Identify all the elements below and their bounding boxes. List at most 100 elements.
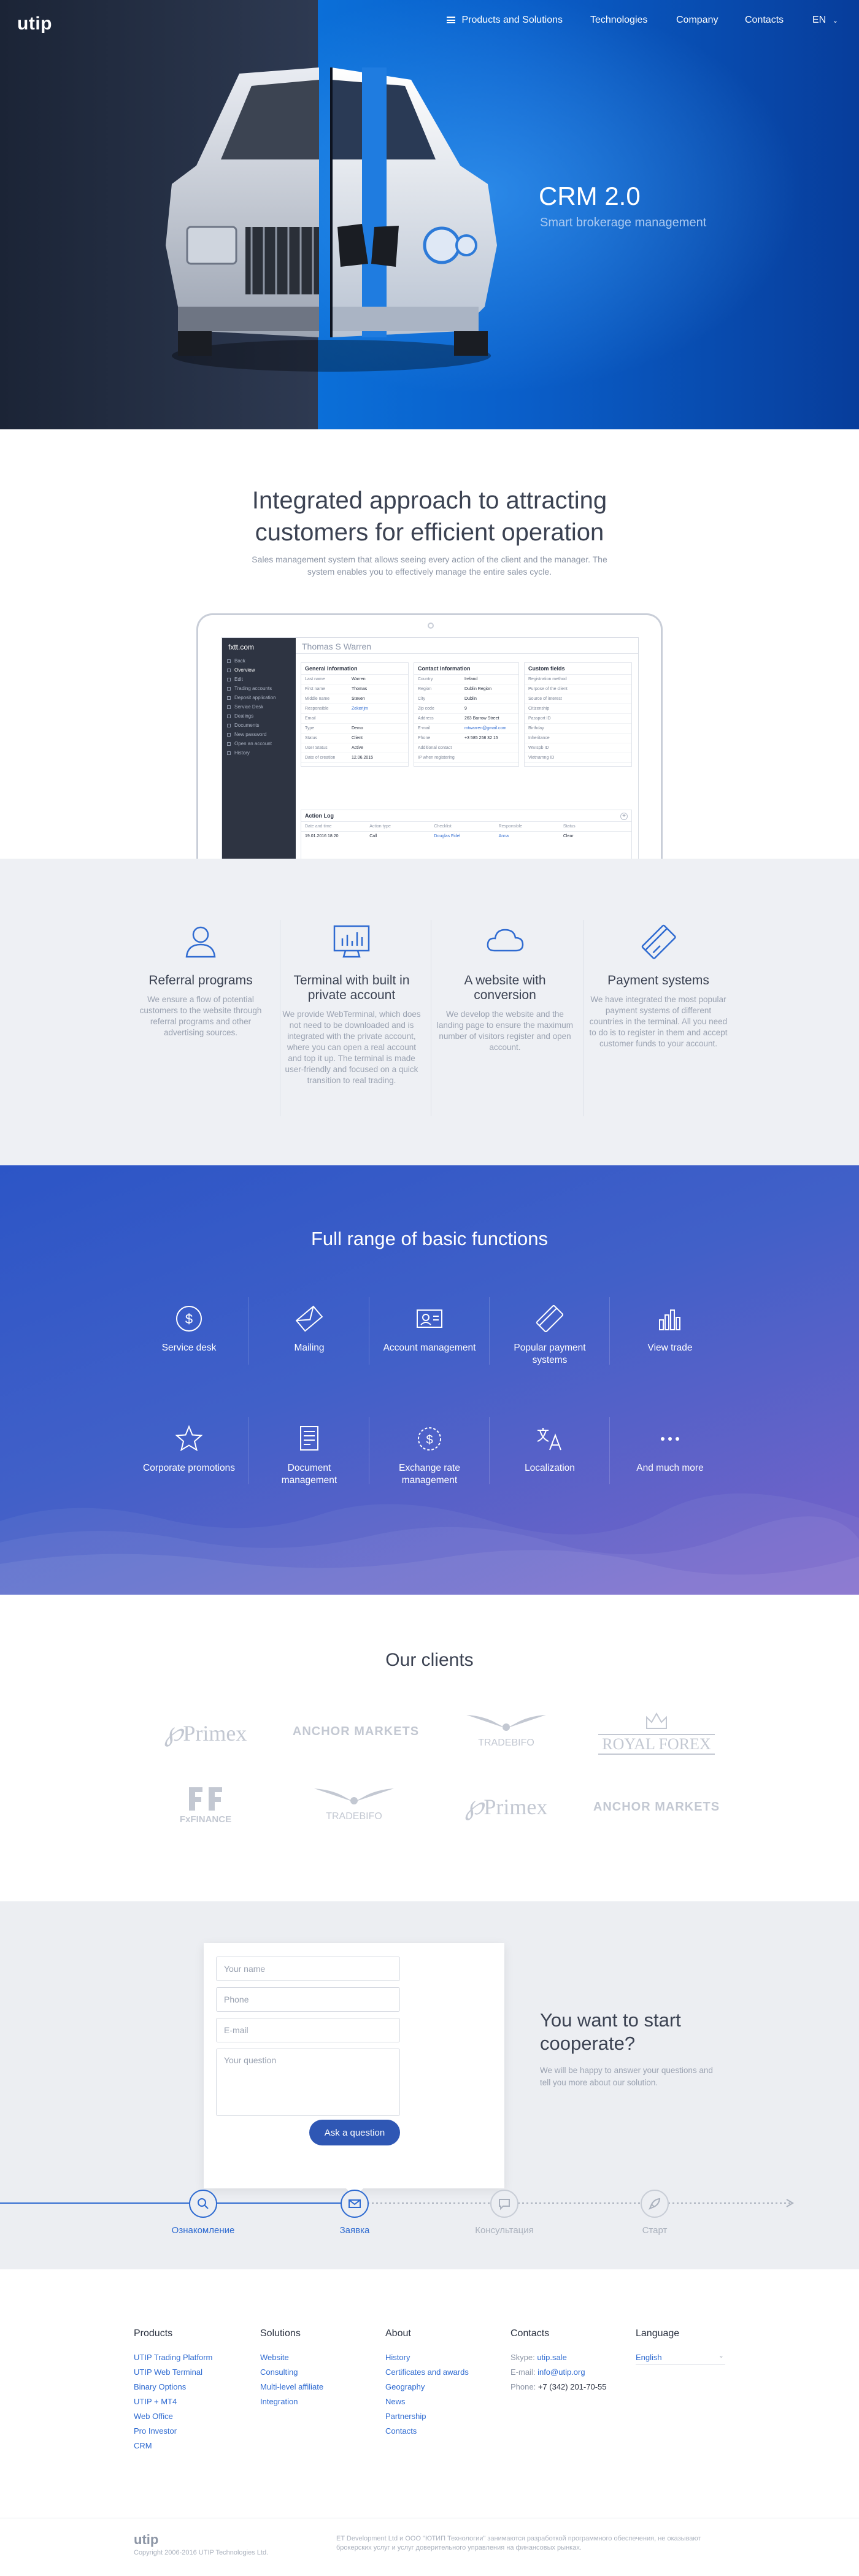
crm-log-column-header: Checklist: [434, 824, 452, 829]
footer-link-about[interactable]: Partnership: [385, 2409, 502, 2424]
menu-item-icon: [227, 742, 231, 746]
footer-link-about[interactable]: History: [385, 2350, 502, 2365]
footer-link-about[interactable]: Contacts: [385, 2424, 502, 2439]
email-link[interactable]: info@utip.org: [537, 2367, 585, 2377]
footer-contacts: Contacts Skype: utip.sale E-mail: info@u…: [510, 2328, 633, 2394]
footer-link-products[interactable]: Binary Options: [134, 2380, 250, 2394]
skype-link[interactable]: utip.sale: [537, 2353, 566, 2362]
intro-title: Integrated approach to attracting custom…: [0, 485, 859, 548]
crm-field-value: Ireland: [464, 677, 478, 681]
crm-custom-field[interactable]: Source of interest: [525, 694, 631, 704]
crm-custom-label: WEIspb ID: [528, 746, 549, 750]
email-input[interactable]: [216, 2018, 400, 2042]
language-label: EN: [812, 15, 826, 25]
card-icon: [641, 924, 676, 959]
footer-link-products[interactable]: UTIP Web Terminal: [134, 2365, 250, 2380]
footer-products: Products UTIP Trading Platform UTIP Web T…: [134, 2328, 250, 2453]
crm-log-column-header: Responsible: [498, 824, 523, 829]
footer-link-solutions[interactable]: Multi-level affiliate: [260, 2380, 377, 2394]
crm-custom-field[interactable]: Citizenship: [525, 704, 631, 714]
feature-text: We ensure a flow of potential customers …: [139, 995, 262, 1037]
crm-sidebar-item[interactable]: Deposit application: [222, 693, 296, 702]
crm-log-cell: Douglas Fidel: [434, 834, 461, 838]
footer-heading: Contacts: [510, 2328, 550, 2339]
crm-field-label: Country: [418, 677, 433, 681]
crm-field-row: Zip code 9: [414, 704, 518, 714]
function-view-trade: View trade: [621, 1301, 719, 1354]
function-divider: [489, 1297, 490, 1365]
footer-link-products[interactable]: Web Office: [134, 2409, 250, 2424]
crm-custom-field[interactable]: Passport ID: [525, 714, 631, 724]
cta-title-line1: You want to start: [540, 2009, 681, 2031]
crm-sidebar-item[interactable]: Dealings: [222, 711, 296, 721]
footer-link-solutions[interactable]: Consulting: [260, 2365, 377, 2380]
function-label: Account management: [383, 1343, 476, 1353]
footer-link-products[interactable]: UTIP Trading Platform: [134, 2350, 250, 2365]
function-account-management: Account management: [380, 1301, 479, 1354]
crm-sidebar-item[interactable]: History: [222, 748, 296, 757]
footer-link-about[interactable]: News: [385, 2394, 502, 2409]
crm-field-value: 263 Barrow Street: [464, 716, 499, 721]
feature-title: A website with conversion: [464, 973, 546, 1002]
crm-sidebar-item[interactable]: Open an account: [222, 739, 296, 748]
crm-sidebar-item[interactable]: Back: [222, 656, 296, 665]
crm-sidebar-label: Service Desk: [234, 704, 264, 710]
crm-custom-field[interactable]: Vietnamng ID: [525, 753, 631, 763]
name-input[interactable]: [216, 1957, 400, 1981]
nav-contacts[interactable]: Contacts: [745, 15, 784, 26]
crm-custom-field[interactable]: WEIspb ID: [525, 743, 631, 753]
crm-log-column-header: Date and time: [305, 824, 332, 829]
nav-technologies[interactable]: Technologies: [590, 15, 647, 26]
payment-icon: [536, 1305, 564, 1333]
crm-sidebar-item[interactable]: Trading accounts: [222, 684, 296, 693]
nav-products[interactable]: Products and Solutions: [447, 15, 563, 26]
crm-field-row: User Status Active: [301, 743, 408, 753]
function-corporate-promotions: Corporate promotions: [140, 1422, 238, 1474]
footer-logo[interactable]: utip: [134, 2532, 158, 2548]
crm-log-row[interactable]: 19.01.2016 18:20 Call Douglas Fidel Anna Cle…: [301, 832, 631, 841]
crm-field-label: Address: [418, 716, 434, 721]
crm-sidebar-item[interactable]: New password: [222, 730, 296, 739]
language-dropdown[interactable]: English ⌄: [636, 2350, 725, 2365]
cloud-icon: [487, 929, 524, 952]
crm-sidebar-label: Edit: [234, 677, 243, 682]
footer-link-about[interactable]: Geography: [385, 2380, 502, 2394]
footer-heading: Solutions: [260, 2328, 301, 2339]
footer-link-solutions[interactable]: Website: [260, 2350, 377, 2365]
footer-link-products[interactable]: Pro Investor: [134, 2424, 250, 2439]
nav-company[interactable]: Company: [676, 15, 718, 26]
crm-field-label: E-mail: [418, 726, 430, 730]
email-label: E-mail:: [510, 2367, 536, 2377]
crm-field-row: City Dublin: [414, 694, 518, 704]
wave-decoration: [0, 1493, 859, 1595]
crm-sidebar-item[interactable]: Service Desk: [222, 702, 296, 711]
crm-custom-field[interactable]: Registration method: [525, 675, 631, 684]
ask-question-button[interactable]: Ask a question: [309, 2120, 400, 2145]
footer-heading: Language: [636, 2328, 680, 2339]
add-icon[interactable]: +: [620, 813, 628, 820]
footer-link-about[interactable]: Certificates and awards: [385, 2365, 502, 2380]
client-logo-name: ANCHOR MARKETS: [292, 1725, 420, 1738]
function-document-management: Document management: [260, 1422, 358, 1487]
footer-link-products[interactable]: UTIP + MT4: [134, 2394, 250, 2409]
phone-input[interactable]: [216, 1987, 400, 2012]
menu-item-icon: [227, 696, 231, 700]
footer-link-products[interactable]: CRM: [134, 2439, 250, 2453]
logo[interactable]: utip: [17, 13, 52, 34]
crm-custom-field[interactable]: Inheritance: [525, 734, 631, 743]
menu-item-icon: [227, 687, 231, 691]
step-circle: [189, 2190, 217, 2218]
crm-field-row: Responsible Zekerijm: [301, 704, 408, 714]
footer-link-solutions[interactable]: Integration: [260, 2394, 377, 2409]
crm-sidebar-item[interactable]: Documents: [222, 721, 296, 730]
crm-field-value: Client: [352, 736, 363, 740]
language-selector[interactable]: EN ⌄: [812, 15, 838, 26]
feature-website: A website with conversion We develop the…: [434, 920, 576, 1053]
crm-field-value: Warren: [352, 677, 366, 681]
crm-sidebar-item[interactable]: Edit: [222, 675, 296, 684]
crm-field-row: Country Ireland: [414, 675, 518, 684]
crm-custom-field[interactable]: Birthday: [525, 724, 631, 734]
crm-sidebar-item[interactable]: Overview: [222, 665, 296, 675]
crm-custom-field[interactable]: Purpose of the client: [525, 684, 631, 694]
question-textarea[interactable]: [216, 2049, 400, 2116]
